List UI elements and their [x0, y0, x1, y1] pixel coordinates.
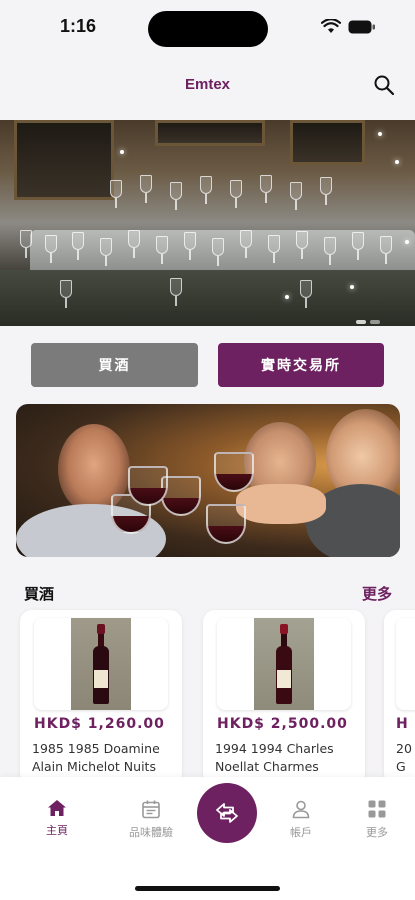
- hero-glass: [300, 280, 312, 308]
- wifi-icon: [321, 19, 341, 33]
- nav-home[interactable]: 主頁: [22, 799, 92, 838]
- hero-glass: [156, 236, 168, 264]
- hero-glass: [324, 237, 336, 265]
- product-photo: [71, 618, 131, 710]
- hero-glass: [200, 176, 212, 204]
- search-icon[interactable]: [373, 74, 395, 96]
- hero-window: [14, 120, 114, 200]
- promo-banner[interactable]: [16, 404, 400, 557]
- product-image: [396, 618, 415, 710]
- exchange-fab[interactable]: [197, 783, 257, 843]
- buy-wine-button[interactable]: 買酒: [31, 343, 198, 387]
- product-image: [34, 618, 168, 710]
- nav-account[interactable]: 帳戶: [266, 799, 336, 840]
- bottom-nav: 主頁 品味體驗 帳戶 更多: [0, 777, 415, 900]
- hero-glass: [240, 230, 252, 258]
- hero-window: [290, 120, 365, 165]
- home-icon: [48, 800, 66, 816]
- hero-sparkle: [350, 285, 354, 289]
- hero-table: [0, 270, 415, 326]
- product-card[interactable]: HKD$ 2,500.00 1994 1994 Charles Noellat …: [203, 610, 365, 785]
- section-title: 買酒: [24, 585, 55, 603]
- hero-glass: [45, 235, 57, 263]
- hero-glass: [20, 230, 32, 258]
- app-header: Emtex: [0, 58, 415, 120]
- hero-glass: [380, 236, 392, 264]
- wine-bottle-icon: [276, 624, 292, 704]
- hero-glass: [296, 231, 308, 259]
- nav-account-label: 帳戶: [290, 826, 312, 839]
- user-icon: [292, 800, 310, 819]
- hero-glass: [268, 235, 280, 263]
- carousel-indicator[interactable]: [356, 320, 366, 324]
- product-card[interactable]: HKD$ 1,260.00 1985 1985 Doamine Alain Mi…: [20, 610, 182, 785]
- hero-sparkle: [285, 295, 289, 299]
- nav-home-label: 主頁: [46, 824, 68, 837]
- hero-glass: [290, 182, 302, 210]
- nav-tasting-label: 品味體驗: [129, 826, 173, 839]
- product-card[interactable]: H 20 G: [384, 610, 415, 785]
- hero-sparkle: [395, 160, 399, 164]
- hero-glass: [140, 175, 152, 203]
- hero-glass: [170, 278, 182, 306]
- hero-glass: [260, 175, 272, 203]
- promo-glass: [128, 466, 168, 506]
- exchange-icon: [216, 803, 238, 823]
- hero-glass: [110, 180, 122, 208]
- status-time: 1:16: [60, 16, 97, 36]
- hero-sparkle: [120, 150, 124, 154]
- hero-glass: [60, 280, 72, 308]
- home-indicator: [135, 886, 280, 891]
- hero-glass: [212, 238, 224, 266]
- hero-glass: [170, 182, 182, 210]
- hero-sparkle: [405, 240, 409, 244]
- live-exchange-button[interactable]: 實時交易所: [218, 343, 384, 387]
- product-price: H: [396, 716, 408, 732]
- hero-sparkle: [378, 132, 382, 136]
- product-name: 1985 1985 Doamine Alain Michelot Nuits: [32, 741, 160, 774]
- nav-more-label: 更多: [366, 826, 388, 839]
- dynamic-island: [148, 11, 268, 47]
- wine-bottle-icon: [93, 624, 109, 704]
- promo-glass: [206, 504, 246, 544]
- product-price: HKD$ 1,260.00: [34, 716, 165, 732]
- hero-window: [155, 120, 265, 146]
- product-photo: [254, 618, 314, 710]
- hero-glass: [184, 232, 196, 260]
- status-bar: 1:16: [0, 0, 415, 58]
- hero-glass: [352, 232, 364, 260]
- hero-glass: [320, 177, 332, 205]
- product-price: HKD$ 2,500.00: [217, 716, 348, 732]
- calendar-icon: [142, 800, 160, 819]
- hero-glass: [128, 230, 140, 258]
- hero-banner[interactable]: [0, 120, 415, 326]
- product-name: 1994 1994 Charles Noellat Charmes: [215, 741, 334, 774]
- carousel-indicator[interactable]: [370, 320, 380, 324]
- hero-glass: [100, 238, 112, 266]
- more-link[interactable]: 更多: [362, 583, 392, 604]
- nav-tasting[interactable]: 品味體驗: [116, 799, 186, 840]
- product-name: 20 G: [396, 741, 412, 774]
- battery-icon: [348, 20, 375, 34]
- promo-hand: [236, 484, 326, 524]
- product-image: [217, 618, 351, 710]
- promo-glass: [214, 452, 254, 492]
- grid-icon: [368, 800, 386, 818]
- app-title: Emtex: [184, 76, 231, 93]
- nav-more[interactable]: 更多: [342, 799, 412, 840]
- hero-glass: [72, 232, 84, 260]
- app-screen: 1:16 Emtex 買酒 實時交易所 買酒 更多 HKD$ 1,260.00 …: [0, 0, 415, 900]
- hero-glass: [230, 180, 242, 208]
